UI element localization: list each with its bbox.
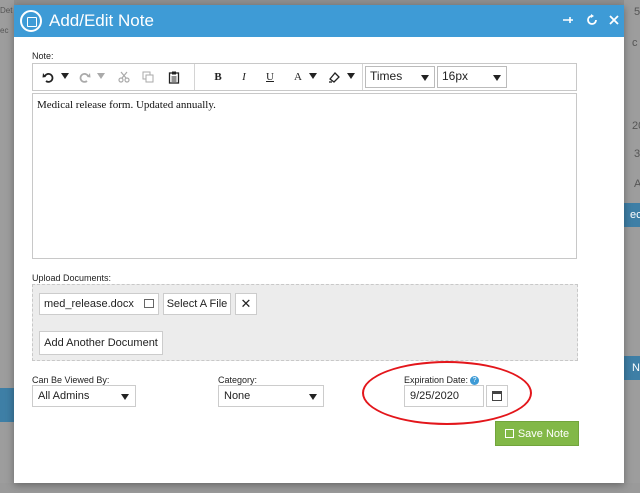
highlight-dropdown-caret[interactable]	[347, 73, 355, 79]
redo-icon[interactable]	[75, 68, 93, 86]
cut-icon[interactable]	[115, 68, 133, 86]
remove-file-button[interactable]: ✕	[235, 293, 257, 315]
paste-icon[interactable]	[165, 68, 183, 86]
pin-icon[interactable]	[560, 13, 576, 29]
background-bar	[0, 388, 14, 422]
underline-button[interactable]: U	[261, 68, 279, 86]
calendar-button[interactable]	[486, 385, 508, 407]
file-icon	[144, 299, 154, 308]
font-family-select[interactable]: Times	[365, 66, 435, 88]
expiration-date-label: Expiration Date:?	[404, 375, 480, 385]
dialog-title: Add/Edit Note	[49, 11, 154, 30]
refresh-icon[interactable]	[584, 13, 600, 29]
file-name-field[interactable]: med_release.docx	[39, 293, 159, 315]
note-label: Note:	[32, 51, 54, 61]
background-bottom	[0, 483, 640, 493]
font-color-dropdown-caret[interactable]	[309, 73, 317, 79]
upload-documents-label: Upload Documents:	[32, 273, 112, 283]
copy-icon[interactable]	[139, 68, 157, 86]
save-note-label: Save Note	[517, 427, 570, 440]
font-color-button[interactable]: A	[289, 68, 307, 86]
background-text: 20	[632, 120, 640, 132]
viewed-by-label: Can Be Viewed By:	[32, 375, 110, 385]
undo-dropdown-caret[interactable]	[61, 73, 69, 79]
toolbar-group-history	[33, 64, 195, 90]
background-text: ec	[630, 209, 640, 221]
background-text: Det	[0, 6, 13, 15]
undo-icon[interactable]	[39, 68, 57, 86]
redo-dropdown-caret[interactable]	[97, 73, 105, 79]
font-size-value: 16px	[442, 69, 469, 83]
background-text: 3	[634, 148, 640, 160]
save-note-button[interactable]: Save Note	[495, 421, 579, 446]
background-text: 5	[634, 6, 640, 18]
editor-toolbar: B I U A Times 16px	[32, 63, 577, 91]
background-text: ec	[0, 26, 9, 35]
note-editor[interactable]: Medical release form. Updated annually.	[32, 93, 577, 259]
chevron-down-icon	[421, 75, 429, 81]
font-family-value: Times	[370, 69, 403, 83]
background-text: c	[632, 37, 638, 49]
file-name-value: med_release.docx	[44, 298, 134, 310]
viewed-by-select[interactable]: All Admins	[32, 385, 136, 407]
expiration-date-value: 9/25/2020	[410, 390, 459, 402]
select-file-button[interactable]: Select A File	[163, 293, 231, 315]
upload-area: med_release.docx Select A File ✕ Add Ano…	[32, 284, 578, 361]
expiration-date-input[interactable]: 9/25/2020	[404, 385, 484, 407]
highlight-icon[interactable]	[325, 68, 343, 86]
add-another-document-button[interactable]: Add Another Document	[39, 331, 163, 355]
expiration-date-label-text: Expiration Date:	[404, 375, 469, 385]
category-select[interactable]: None	[218, 385, 324, 407]
close-icon[interactable]	[606, 13, 622, 29]
background-right-panel	[624, 0, 640, 493]
add-edit-note-dialog: Add/Edit Note Note: B I U A Times 16px M…	[14, 5, 624, 483]
dialog-header: Add/Edit Note	[14, 5, 624, 37]
background-text: N	[632, 362, 640, 374]
toolbar-group-format: B I U A	[195, 64, 363, 90]
note-icon	[20, 10, 42, 32]
save-icon	[504, 429, 514, 438]
bold-button[interactable]: B	[209, 68, 227, 86]
chevron-down-icon	[493, 75, 501, 81]
background-text: A	[634, 178, 640, 190]
font-size-select[interactable]: 16px	[437, 66, 507, 88]
italic-button[interactable]: I	[235, 68, 253, 86]
chevron-down-icon	[309, 394, 317, 400]
viewed-by-value: All Admins	[38, 390, 90, 402]
category-value: None	[224, 390, 251, 402]
help-icon[interactable]: ?	[470, 376, 480, 385]
calendar-icon	[492, 391, 502, 401]
category-label: Category:	[218, 375, 258, 385]
chevron-down-icon	[121, 394, 129, 400]
